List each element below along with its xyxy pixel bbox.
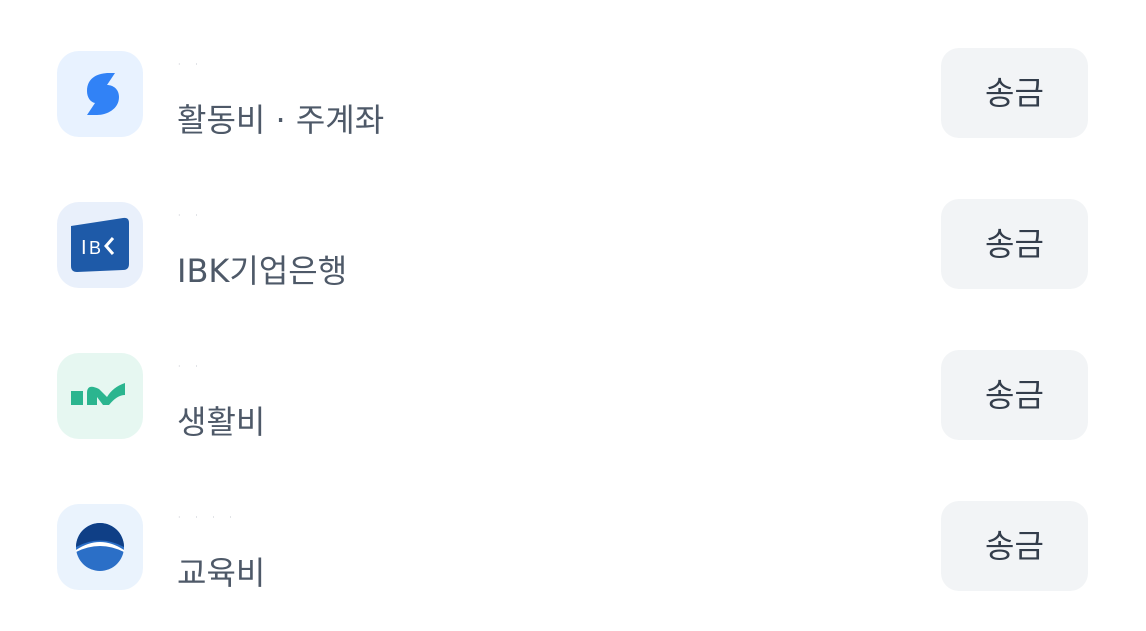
account-number: · · (178, 211, 204, 220)
send-button[interactable]: 송금 (941, 48, 1088, 138)
account-list: · · 활동비 · 주계좌 송금 I B · · IBK기업은행 송금 · · … (0, 0, 1146, 631)
ibk-bank-logo-icon: I B (57, 202, 143, 288)
account-label: 생활비 (177, 403, 266, 441)
kakao-style-bank-logo-icon (57, 504, 143, 590)
account-row[interactable]: I B · · IBK기업은행 송금 (0, 169, 1146, 320)
account-number: · · · · (178, 513, 238, 522)
account-label: 활동비 · 주계좌 (177, 101, 385, 139)
toss-bank-logo-icon (57, 51, 143, 137)
account-row[interactable]: · · 활동비 · 주계좌 송금 (0, 18, 1146, 169)
send-button[interactable]: 송금 (941, 199, 1088, 289)
account-label: IBK기업은행 (177, 252, 348, 290)
kbank-logo-icon (57, 353, 143, 439)
svg-text:I: I (81, 237, 87, 259)
send-button[interactable]: 송금 (941, 350, 1088, 440)
account-row[interactable]: · · 생활비 송금 (0, 320, 1146, 471)
send-button[interactable]: 송금 (941, 501, 1088, 591)
account-row[interactable]: · · · · 교육비 송금 (0, 471, 1146, 622)
account-number: · · (178, 362, 204, 371)
account-number: · · (178, 60, 204, 69)
account-label: 교육비 (177, 554, 266, 592)
svg-text:B: B (89, 238, 101, 258)
